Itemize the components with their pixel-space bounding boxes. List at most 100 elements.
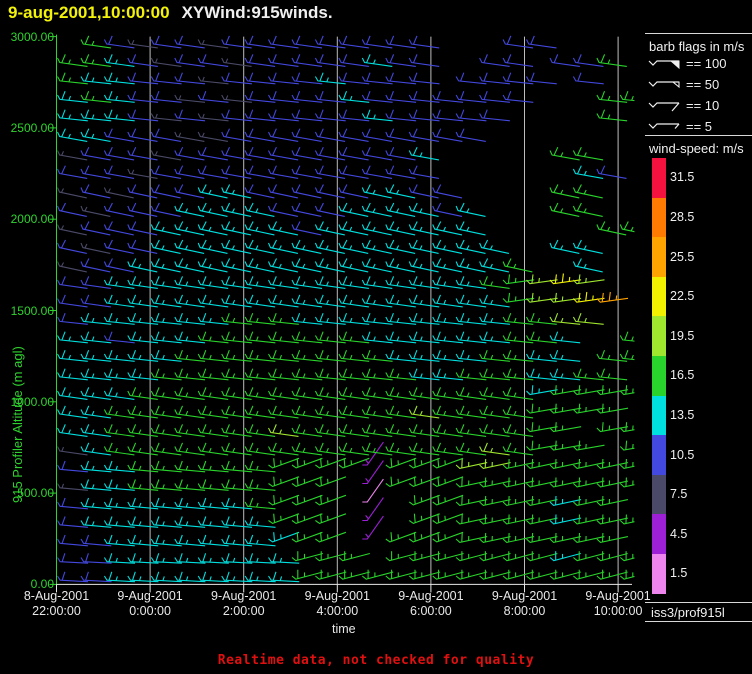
wind-barb — [174, 534, 206, 547]
wind-barb — [526, 440, 558, 451]
wind-barb — [197, 313, 229, 325]
colorbar-block — [652, 276, 666, 317]
wind-barb — [57, 91, 88, 103]
wind-barb — [385, 313, 417, 325]
colorbar-bin-label: 19.5 — [670, 328, 695, 343]
wind-barb — [338, 442, 369, 456]
wind-barb — [619, 331, 635, 342]
wind-barb — [549, 368, 581, 381]
wind-barb — [385, 72, 417, 85]
wind-barb — [479, 442, 510, 456]
wind-barb — [57, 331, 88, 344]
wind-barb — [526, 313, 557, 325]
wind-barb — [103, 72, 135, 85]
wind-barb — [80, 497, 112, 510]
colorbar-bin-label: 28.5 — [670, 209, 695, 224]
wind-barb — [80, 294, 111, 308]
wind-barb — [244, 442, 276, 456]
wind-barb — [338, 72, 370, 85]
wind-barb — [361, 54, 393, 67]
wind-barb — [619, 221, 635, 233]
wind-barb — [268, 35, 299, 49]
wind-barb — [432, 442, 463, 456]
colorbar-block — [652, 237, 666, 277]
wind-barb — [150, 35, 182, 49]
wind-barb — [174, 54, 205, 67]
wind-barb — [455, 442, 487, 456]
wind-barb — [197, 460, 229, 473]
wind-barb — [150, 516, 182, 528]
colorbar-bin-label: 25.5 — [670, 249, 695, 264]
wind-barb — [268, 424, 299, 437]
wind-barb — [268, 109, 299, 122]
wind-barb — [385, 91, 417, 103]
wind-barb — [127, 424, 158, 437]
wind-barb — [502, 368, 534, 381]
time-gridlines — [149, 36, 619, 585]
wind-barb — [103, 442, 135, 456]
wind-barb — [314, 35, 346, 49]
wind-barb — [174, 479, 206, 491]
quality-warning-text: Realtime data, not checked for quality — [217, 653, 535, 668]
wind-barb — [479, 313, 510, 325]
wind-barb — [338, 350, 370, 362]
wind-barb — [361, 35, 393, 49]
wind-barb — [197, 91, 229, 103]
wind-barb — [197, 350, 229, 362]
wind-barb — [432, 91, 464, 103]
wind-barb — [502, 72, 534, 85]
wind-barb — [432, 387, 463, 400]
wind-barb — [291, 442, 323, 456]
wind-barb — [455, 276, 487, 289]
wind-barb — [526, 403, 558, 414]
wind-barb — [103, 109, 135, 122]
wind-barb — [596, 368, 628, 381]
wind-barb — [432, 184, 463, 199]
wind-barb — [103, 91, 135, 103]
wind-barb — [103, 516, 135, 528]
wind-barb — [479, 239, 510, 254]
wind-barb — [479, 424, 510, 437]
colorbar-block — [652, 514, 666, 554]
wind-barb — [103, 460, 135, 473]
wind-barb — [408, 54, 440, 67]
wind-barb — [526, 72, 557, 85]
wind-barb — [197, 405, 229, 419]
colorbar-bin-label: 1.5 — [670, 566, 688, 581]
wind-barb — [80, 331, 112, 344]
wind-barb — [80, 460, 112, 473]
wind-barb — [408, 331, 440, 344]
wind-barb — [80, 387, 111, 400]
wind-barb — [361, 350, 393, 362]
wind-barb — [221, 442, 252, 456]
wind-barb — [479, 387, 510, 400]
wind-barb — [103, 331, 135, 344]
wind-barb — [80, 368, 112, 381]
wind-barb — [479, 91, 510, 103]
wind-barb — [408, 368, 440, 381]
wind-barb — [385, 350, 417, 362]
wind-barb — [57, 294, 88, 308]
barb-legend-title: barb flags in m/s — [649, 39, 745, 54]
wind-barb — [244, 350, 276, 362]
y-tick-label: 1500.00 — [10, 303, 54, 318]
wind-barb — [502, 331, 534, 344]
wind-barb — [385, 424, 416, 437]
wind-barb — [80, 405, 111, 419]
wind-barb — [385, 35, 416, 49]
wind-barb — [314, 276, 346, 289]
wind-barb — [361, 331, 393, 344]
wind-barb — [197, 368, 229, 381]
x-axis-title: time — [332, 622, 356, 636]
wind-barb — [338, 313, 370, 325]
wind-barb — [596, 422, 629, 433]
wind-barb — [80, 350, 112, 362]
wind-barb — [221, 424, 252, 437]
wind-barb — [150, 72, 182, 85]
wind-barb — [221, 460, 253, 473]
wind-barb — [244, 35, 276, 49]
wind-barb — [127, 460, 159, 473]
wind-barb — [455, 424, 487, 437]
barb-legend-item: == 5 — [648, 117, 712, 135]
wind-barb — [103, 35, 135, 49]
